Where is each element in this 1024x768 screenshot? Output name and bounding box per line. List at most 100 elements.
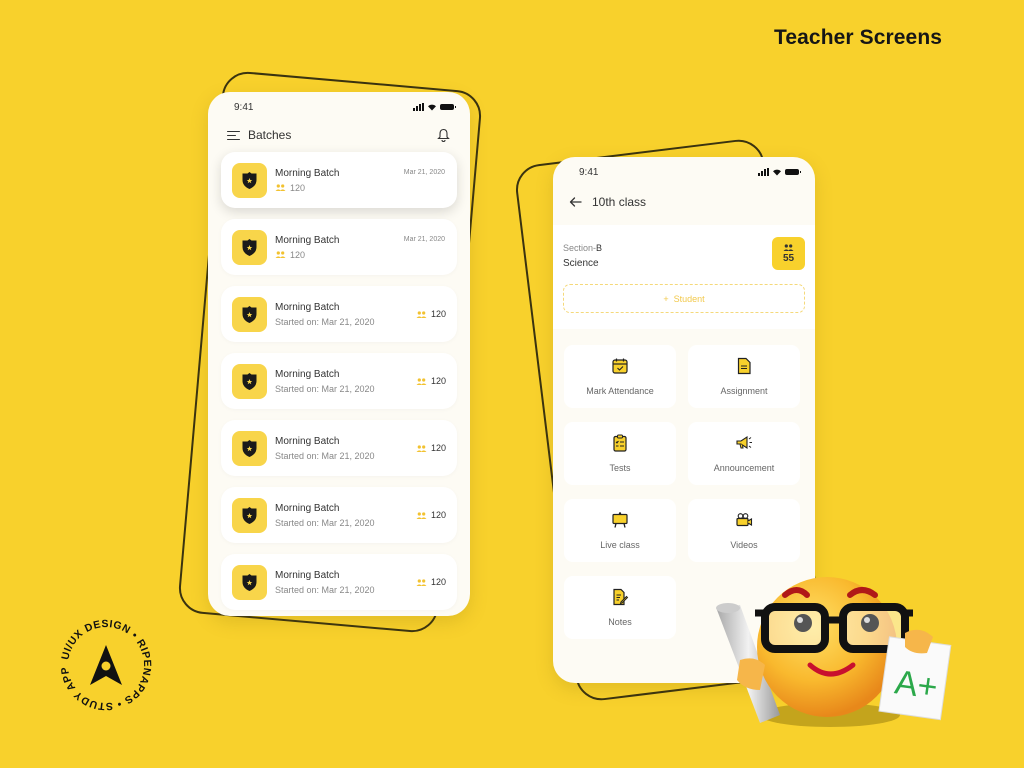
- ripenapps-badge: UI/UX DESIGN • RIPENAPPS • STUDY APP •: [56, 615, 153, 712]
- batch-avatar: [232, 430, 267, 466]
- section-label: Section-B: [563, 243, 603, 253]
- easel-icon: [611, 511, 629, 534]
- people-icon: [416, 377, 427, 385]
- class-header: 10th class: [553, 187, 815, 217]
- batch-count: 120: [416, 443, 446, 453]
- status-bar: 9:41: [208, 92, 470, 122]
- batch-name: Morning Batch: [275, 569, 340, 581]
- plus-icon: +: [663, 293, 669, 304]
- screen-title: Batches: [248, 128, 292, 142]
- action-tile-tests[interactable]: Tests: [564, 422, 676, 485]
- section-card: Section-B Science 55 + Student: [553, 225, 815, 329]
- batch-avatar: [232, 564, 267, 600]
- batch-avatar: [232, 497, 267, 533]
- batch-card[interactable]: Morning Batch Started on: Mar 21, 2020 1…: [221, 420, 457, 476]
- batch-count: 120: [416, 510, 446, 520]
- arrow-left-icon[interactable]: [569, 197, 582, 207]
- batch-count: 120: [416, 309, 446, 319]
- batch-name: Morning Batch: [275, 502, 340, 514]
- batch-card[interactable]: Morning Batch Started on: Mar 21, 2020 1…: [221, 286, 457, 342]
- student-count-badge: 55: [772, 237, 805, 270]
- batch-started: Started on: Mar 21, 2020: [275, 584, 375, 595]
- people-icon: [416, 444, 427, 452]
- tile-label: Tests: [609, 463, 631, 473]
- batch-avatar: [232, 296, 267, 332]
- batch-card[interactable]: Morning Batch Started on: Mar 21, 2020 1…: [221, 353, 457, 409]
- tile-label: Assignment: [720, 386, 768, 396]
- batch-date: Mar 21, 2020: [403, 169, 445, 176]
- batch-started: Started on: Mar 21, 2020: [275, 383, 375, 394]
- signal-icon: [413, 103, 424, 111]
- battery-icon: [785, 169, 801, 175]
- batches-header: Batches: [208, 122, 470, 148]
- shield-star-icon: [242, 439, 257, 457]
- battery-icon: [440, 104, 456, 110]
- batch-avatar: [232, 229, 267, 265]
- batch-count: 120: [416, 577, 446, 587]
- student-count: 55: [782, 252, 795, 264]
- batch-list: Morning Batch 120 Mar 21, 2020 Morning Ba…: [208, 152, 470, 610]
- batch-card[interactable]: Morning Batch Started on: Mar 21, 2020 1…: [221, 554, 457, 610]
- add-student-button[interactable]: + Student: [563, 284, 805, 313]
- tile-label: Live class: [600, 540, 640, 550]
- menu-icon[interactable]: [227, 130, 240, 140]
- action-tile-videos[interactable]: Videos: [688, 499, 800, 562]
- video-camera-icon: [735, 511, 753, 534]
- screen-title: 10th class: [592, 195, 647, 209]
- batch-name: Morning Batch: [275, 301, 340, 313]
- add-student-label: Student: [673, 293, 705, 304]
- action-tile-live-class[interactable]: Live class: [564, 499, 676, 562]
- batch-avatar: [232, 363, 267, 399]
- tile-label: Notes: [608, 617, 632, 627]
- batch-name: Morning Batch: [275, 435, 340, 447]
- signal-icon: [758, 168, 769, 176]
- tile-label: Videos: [730, 540, 758, 550]
- nerd-emoji-mascot: A+: [716, 577, 952, 727]
- status-time: 9:41: [234, 101, 254, 113]
- shield-star-icon: [242, 171, 257, 189]
- megaphone-icon: [735, 434, 753, 457]
- status-bar: 9:41: [553, 157, 815, 187]
- people-icon: [275, 251, 286, 258]
- calendar-check-icon: [611, 357, 629, 380]
- batch-count: 120: [416, 376, 446, 386]
- document-icon: [735, 357, 753, 380]
- status-time: 9:41: [579, 166, 599, 178]
- notes-edit-icon: [611, 588, 629, 611]
- batch-started: Started on: Mar 21, 2020: [275, 316, 375, 327]
- action-tile-announcement[interactable]: Announcement: [688, 422, 800, 485]
- batch-avatar: [232, 162, 267, 198]
- batch-card[interactable]: Morning Batch Started on: Mar 21, 2020 1…: [221, 487, 457, 543]
- bell-icon[interactable]: [437, 128, 450, 142]
- wifi-icon: [428, 104, 436, 111]
- clipboard-icon: [611, 434, 629, 457]
- shield-star-icon: [242, 305, 257, 323]
- batch-name: Morning Batch: [275, 368, 340, 380]
- batch-card[interactable]: Morning Batch 120 Mar 21, 2020: [221, 219, 457, 275]
- grade-text: A+: [893, 663, 940, 707]
- people-icon: [416, 310, 427, 318]
- batch-date: Mar 21, 2020: [403, 236, 445, 243]
- shield-star-icon: [242, 238, 257, 256]
- batch-started: Started on: Mar 21, 2020: [275, 517, 375, 528]
- shield-star-icon: [242, 372, 257, 390]
- people-icon: [275, 184, 286, 191]
- shield-star-icon: [242, 506, 257, 524]
- shield-star-icon: [242, 573, 257, 591]
- batches-screen: 9:41 Batches Morning Batch 120 Mar 21, 2…: [208, 92, 470, 616]
- wifi-icon: [773, 169, 781, 176]
- tile-label: Mark Attendance: [586, 386, 654, 396]
- people-icon: [416, 511, 427, 519]
- batch-started: Started on: Mar 21, 2020: [275, 450, 375, 461]
- action-tile-assignment[interactable]: Assignment: [688, 345, 800, 408]
- batch-count: 120: [275, 183, 446, 193]
- batch-count: 120: [275, 250, 446, 260]
- action-tile-mark-attendance[interactable]: Mark Attendance: [564, 345, 676, 408]
- batch-card[interactable]: Morning Batch 120 Mar 21, 2020: [221, 152, 457, 208]
- page-title: Teacher Screens: [774, 26, 943, 49]
- people-icon: [416, 578, 427, 586]
- glasses-icon: [761, 603, 829, 653]
- action-tile-notes[interactable]: Notes: [564, 576, 676, 639]
- people-icon: [783, 243, 794, 251]
- tile-label: Announcement: [713, 463, 775, 473]
